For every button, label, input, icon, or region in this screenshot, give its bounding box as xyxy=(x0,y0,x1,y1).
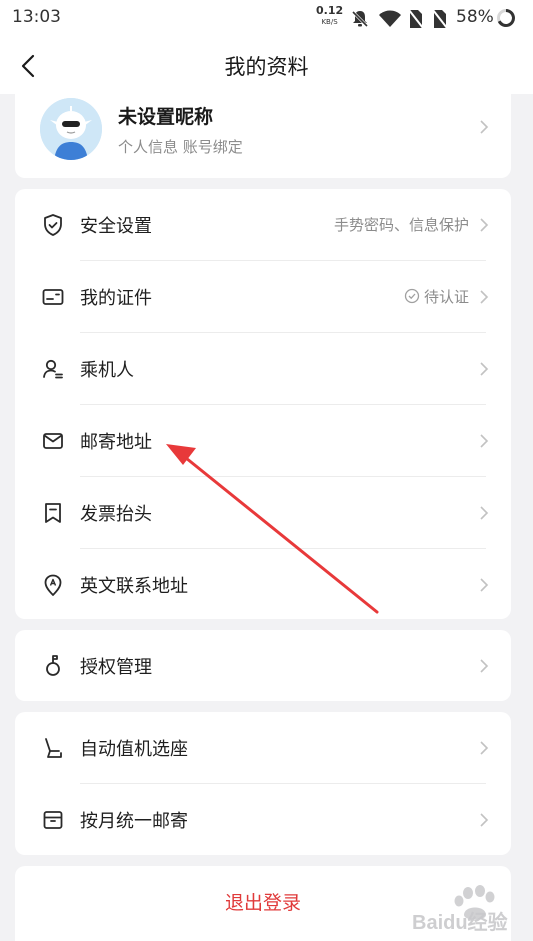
battery-ring-icon xyxy=(497,9,515,27)
settings-card: 安全设置 手势密码、信息保护 我的证件 待认证 乘机人 邮寄地址 发票抬头 英文… xyxy=(15,189,511,619)
chevron-right-icon xyxy=(480,659,489,673)
row-security-settings[interactable]: 安全设置 手势密码、信息保护 xyxy=(15,189,511,261)
no-sim-icon xyxy=(432,9,448,29)
avatar[interactable] xyxy=(40,98,102,160)
page-title: 我的资料 xyxy=(224,55,309,79)
row-passengers[interactable]: 乘机人 xyxy=(15,333,511,405)
wifi-icon xyxy=(379,10,401,27)
row-authorization-management[interactable]: 授权管理 xyxy=(15,630,511,702)
status-time: 13:03 xyxy=(12,7,61,27)
row-english-address[interactable]: 英文联系地址 xyxy=(15,549,511,621)
row-value: 手势密码、信息保护 xyxy=(333,216,469,234)
shield-icon xyxy=(44,214,62,236)
row-monthly-mailing[interactable]: 按月统一邮寄 xyxy=(15,784,511,856)
row-my-documents[interactable]: 我的证件 待认证 xyxy=(15,261,511,333)
key-icon xyxy=(46,655,60,676)
row-label: 按月统一邮寄 xyxy=(80,811,188,832)
baidu-watermark: Baidu经验 xyxy=(408,877,528,937)
profile-subtitle: 个人信息 账号绑定 xyxy=(118,138,243,156)
chevron-right-icon xyxy=(480,218,489,232)
check-circle-icon xyxy=(404,288,420,304)
chevron-right-icon xyxy=(480,362,489,376)
chevron-right-icon xyxy=(480,120,489,134)
location-pin-icon xyxy=(44,574,62,596)
network-speed: 0.12 KB/S xyxy=(316,4,344,27)
avatar-image xyxy=(40,98,102,160)
passenger-icon xyxy=(43,359,63,379)
network-speed-value: 0.12 xyxy=(316,4,344,17)
row-label: 乘机人 xyxy=(80,360,134,381)
chevron-right-icon xyxy=(480,290,489,304)
status-bar: 13:03 0.12 KB/S 58% xyxy=(0,0,533,36)
row-label: 邮寄地址 xyxy=(80,432,152,453)
mail-icon xyxy=(43,433,63,449)
bookmark-icon xyxy=(45,503,61,523)
row-auto-checkin-seat[interactable]: 自动值机选座 xyxy=(15,712,511,784)
chevron-right-icon xyxy=(480,434,489,448)
chevron-right-icon xyxy=(480,578,489,592)
chevron-right-icon xyxy=(480,813,489,827)
box-icon xyxy=(43,811,63,829)
chevron-right-icon xyxy=(480,506,489,520)
network-speed-unit: KB/S xyxy=(321,18,338,26)
verification-status: 待认证 xyxy=(423,288,469,306)
checkin-card: 自动值机选座 按月统一邮寄 xyxy=(15,712,511,855)
no-sim-icon xyxy=(408,9,424,29)
row-label: 英文联系地址 xyxy=(80,576,188,597)
nav-bar: 我的资料 xyxy=(0,36,533,94)
chevron-right-icon xyxy=(480,741,489,755)
row-mailing-address[interactable]: 邮寄地址 xyxy=(15,405,511,477)
row-label: 自动值机选座 xyxy=(80,739,188,760)
baidu-paw-logo: Baidu经验 xyxy=(412,885,508,934)
row-label: 发票抬头 xyxy=(80,504,152,525)
row-label: 授权管理 xyxy=(80,657,152,678)
row-label: 安全设置 xyxy=(80,216,152,237)
seat-icon xyxy=(45,738,62,758)
authorization-card: 授权管理 xyxy=(15,630,511,701)
row-value: 待认证 xyxy=(404,286,469,307)
nickname: 未设置昵称 xyxy=(118,106,214,128)
profile-card[interactable]: 未设置昵称 个人信息 账号绑定 xyxy=(15,94,511,178)
battery-percent: 58% xyxy=(456,7,494,27)
row-invoice-title[interactable]: 发票抬头 xyxy=(15,477,511,549)
row-label: 我的证件 xyxy=(80,288,152,309)
watermark-text: Baidu经验 xyxy=(412,910,508,934)
mute-bell-icon xyxy=(351,10,369,28)
id-card-icon xyxy=(42,289,64,305)
